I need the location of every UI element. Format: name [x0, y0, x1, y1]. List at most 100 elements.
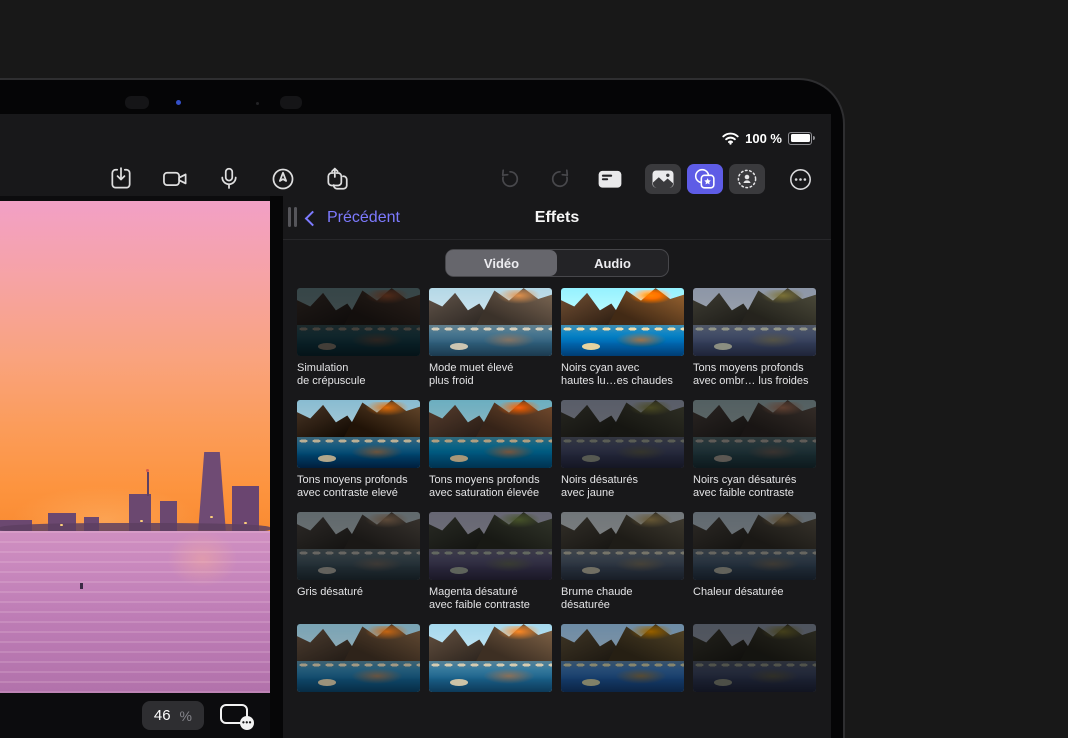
mic-icon[interactable]	[214, 164, 244, 194]
tab-audio[interactable]: Audio	[557, 250, 668, 276]
effect-label	[297, 698, 420, 728]
video-preview-frame	[0, 201, 270, 693]
undo-icon[interactable]	[495, 164, 525, 194]
effect-thumbnail	[297, 624, 420, 692]
back-button[interactable]: Précédent	[307, 209, 400, 227]
effect-item[interactable]: Mode muet élevé plus froid	[429, 288, 552, 392]
effect-label: Noirs cyan avec hautes lu…es chaudes	[561, 362, 684, 392]
wifi-icon	[722, 132, 739, 145]
photos-button[interactable]	[645, 164, 681, 194]
effect-thumbnail	[297, 400, 420, 468]
preview-bottom-bar: 46 % •••	[0, 693, 270, 738]
effect-label: Tons moyens profonds avec saturation éle…	[429, 474, 552, 504]
effect-label: Simulation de crépuscule	[297, 362, 420, 392]
effect-label: Mode muet élevé plus froid	[429, 362, 552, 392]
effect-item[interactable]: Noirs cyan désaturés avec faible contras…	[693, 400, 816, 504]
effect-item[interactable]	[429, 624, 552, 728]
panel-divider	[270, 196, 283, 738]
voice-isolation-icon	[735, 167, 759, 191]
sensor-pill	[280, 96, 302, 109]
city-light	[140, 520, 143, 522]
zoom-percent-sign: %	[180, 708, 192, 724]
more-icon[interactable]	[785, 164, 815, 194]
panel-header: Précédent Effets	[283, 196, 831, 240]
voice-isolation-button[interactable]	[729, 164, 765, 194]
effect-thumbnail	[297, 512, 420, 580]
effect-label: Noirs cyan désaturés avec faible contras…	[693, 474, 816, 504]
effect-thumbnail	[429, 512, 552, 580]
toolbar-left-group	[106, 164, 352, 194]
effects-grid: Simulation de crépuscule Mode muet élevé…	[283, 286, 831, 728]
effect-item[interactable]	[297, 624, 420, 728]
battery-icon	[788, 132, 815, 145]
toolbar-tile-group	[645, 164, 765, 194]
effect-label: Magenta désaturé avec faible contraste	[429, 586, 552, 616]
tab-video[interactable]: Vidéo	[446, 250, 557, 276]
zoom-level-control[interactable]: 46 %	[142, 701, 204, 730]
effects-panel: Précédent Effets Vidéo Audio Simulation …	[283, 196, 831, 738]
camcorder-icon[interactable]	[160, 164, 190, 194]
effect-item[interactable]: Gris désaturé	[297, 512, 420, 616]
overlay-options-icon[interactable]: •••	[220, 702, 254, 730]
effect-item[interactable]: Magenta désaturé avec faible contraste	[429, 512, 552, 616]
effect-label	[693, 698, 816, 728]
effect-thumbnail	[561, 400, 684, 468]
effect-item[interactable]: Tons moyens profonds avec ombr… lus froi…	[693, 288, 816, 392]
back-label: Précédent	[327, 209, 400, 227]
battery-percentage: 100 %	[745, 131, 782, 146]
effect-label: Tons moyens profonds avec ombr… lus froi…	[693, 362, 816, 392]
effect-thumbnail	[561, 512, 684, 580]
effect-thumbnail	[693, 400, 816, 468]
tabs-row: Vidéo Audio	[283, 240, 831, 286]
segmented-control: Vidéo Audio	[445, 249, 669, 277]
effect-item[interactable]: Noirs cyan avec hautes lu…es chaudes	[561, 288, 684, 392]
titles-icon[interactable]	[595, 164, 625, 194]
effect-item[interactable]	[561, 624, 684, 728]
effect-label	[429, 698, 552, 728]
effects-button[interactable]	[687, 164, 723, 194]
photos-icon	[651, 169, 675, 189]
effect-thumbnail	[561, 624, 684, 692]
buoy	[80, 583, 83, 589]
redo-icon[interactable]	[545, 164, 575, 194]
chevron-left-icon	[305, 210, 321, 226]
effect-item[interactable]: Tons moyens profonds avec saturation éle…	[429, 400, 552, 504]
effect-thumbnail	[561, 288, 684, 356]
effect-item[interactable]	[693, 624, 816, 728]
effect-label: Brume chaude désaturée	[561, 586, 684, 616]
water-reflection	[0, 531, 270, 693]
status-bar: 100 %	[0, 114, 831, 152]
effect-label: Tons moyens profonds avec contraste elev…	[297, 474, 420, 504]
zoom-value: 46	[154, 707, 171, 724]
effect-label	[561, 698, 684, 728]
skyline-tower	[197, 452, 227, 531]
app-screen: 100 %	[0, 114, 831, 738]
video-preview-area: 46 % •••	[0, 196, 270, 738]
effect-thumbnail	[693, 288, 816, 356]
effect-item[interactable]: Chaleur désaturée	[693, 512, 816, 616]
effect-thumbnail	[429, 400, 552, 468]
drag-handle[interactable]	[288, 207, 297, 227]
panel-title: Effets	[535, 209, 579, 227]
import-icon[interactable]	[106, 164, 136, 194]
effect-item[interactable]: Brume chaude désaturée	[561, 512, 684, 616]
effect-thumbnail	[297, 288, 420, 356]
sensor-dot	[256, 102, 259, 105]
effect-thumbnail	[693, 624, 816, 692]
camera-indicator-dot	[176, 100, 181, 105]
effect-item[interactable]: Simulation de crépuscule	[297, 288, 420, 392]
toolbar-right-group	[495, 164, 815, 194]
effect-item[interactable]: Tons moyens profonds avec contraste elev…	[297, 400, 420, 504]
effects-icon	[693, 167, 718, 192]
effect-thumbnail	[693, 512, 816, 580]
markup-icon[interactable]	[268, 164, 298, 194]
share-icon[interactable]	[322, 164, 352, 194]
city-light	[210, 516, 213, 518]
effect-item[interactable]: Noirs désaturés avec jaune	[561, 400, 684, 504]
effect-thumbnail	[429, 624, 552, 692]
front-camera	[125, 96, 149, 109]
skyline-spire	[147, 472, 149, 497]
spire-light	[146, 469, 149, 472]
ipad-device-frame: 100 %	[0, 78, 845, 738]
effect-label: Chaleur désaturée	[693, 586, 816, 616]
